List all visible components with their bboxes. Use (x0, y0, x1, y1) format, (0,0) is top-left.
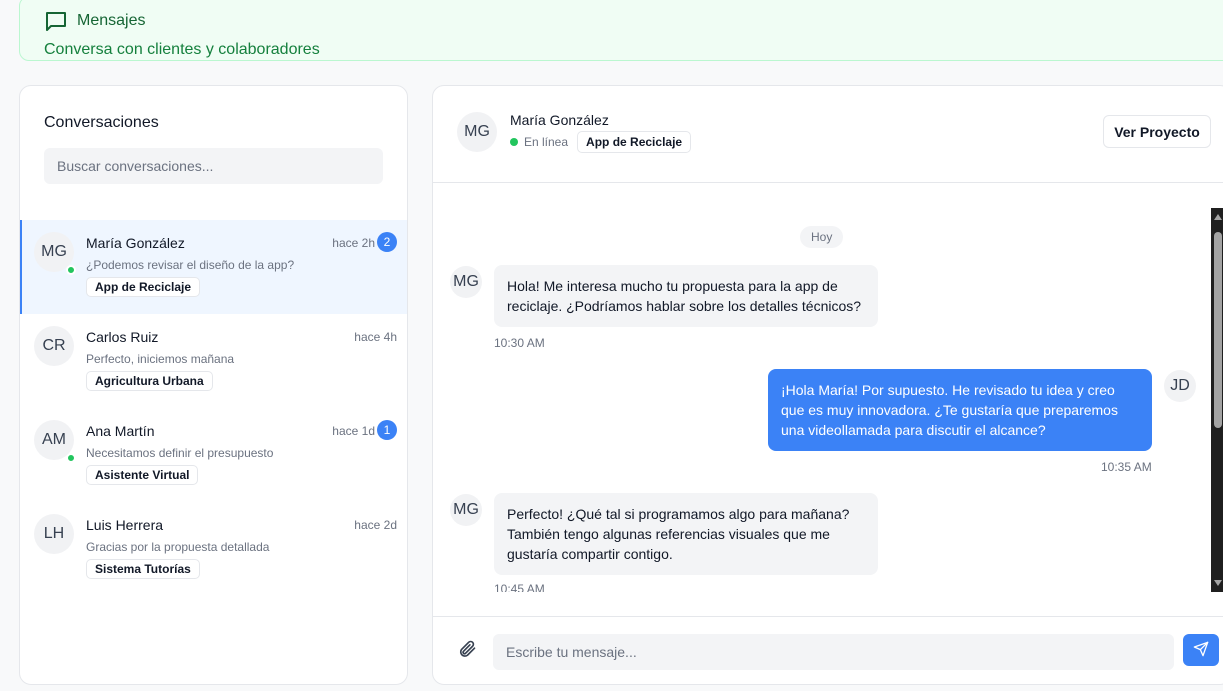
message-time: 10:45 AM (494, 582, 545, 592)
conversation-time: hace 4h (354, 330, 397, 344)
send-button[interactable] (1183, 634, 1219, 666)
project-tag: Asistente Virtual (86, 465, 199, 485)
page-title: Mensajes (77, 12, 146, 29)
conversation-name: Carlos Ruiz (86, 329, 159, 345)
chat-panel: MG María González En línea App de Recicl… (432, 85, 1223, 685)
conversation-preview: Perfecto, iniciemos mañana (86, 352, 235, 366)
paperclip-icon[interactable] (457, 639, 477, 659)
avatar: AM (34, 420, 76, 463)
conversation-time: hace 1d (332, 424, 375, 438)
view-project-button[interactable]: Ver Proyecto (1103, 115, 1211, 148)
message-scrollbar[interactable] (1211, 208, 1223, 592)
chat-header: MG María González En línea App de Recicl… (433, 86, 1223, 183)
online-indicator (66, 453, 76, 463)
message-input[interactable] (493, 634, 1174, 670)
conversation-name: Luis Herrera (86, 517, 164, 533)
message-bubble-incoming: Perfecto! ¿Qué tal si programamos algo p… (494, 493, 878, 575)
conversations-title: Conversaciones (44, 114, 159, 131)
conversation-name: María González (86, 235, 185, 251)
message-avatar: MG (450, 266, 482, 298)
page-header: Mensajes Conversa con clientes y colabor… (19, 0, 1223, 61)
scroll-up-icon[interactable] (1214, 214, 1222, 220)
online-indicator (510, 138, 518, 146)
message-time: 10:35 AM (1101, 460, 1152, 474)
search-conversations-input[interactable] (44, 148, 383, 184)
project-tag: App de Reciclaje (577, 131, 692, 153)
message-bubble-outgoing: ¡Hola María! Por supuesto. He revisado t… (768, 369, 1152, 451)
conversation-name: Ana Martín (86, 423, 155, 439)
contact-avatar: MG (457, 112, 497, 152)
unread-badge: 1 (377, 420, 397, 440)
message-bubble-incoming: Hola! Me interesa mucho tu propuesta par… (494, 265, 878, 327)
conversation-item-carlos-ruiz[interactable]: CR Carlos Ruiz hace 4h Perfecto, iniciem… (20, 314, 407, 408)
conversation-time: hace 2h (332, 236, 375, 250)
unread-badge: 2 (377, 232, 397, 252)
conversation-time: hace 2d (354, 518, 397, 532)
conversation-item-luis-herrera[interactable]: LH Luis Herrera hace 2d Gracias por la p… (20, 502, 407, 596)
conversation-item-maria-gonzalez[interactable]: MG María González hace 2h 2 ¿Podemos rev… (20, 220, 407, 314)
message-square-icon (44, 9, 68, 33)
scrollbar-thumb[interactable] (1214, 232, 1222, 428)
message-thread: Hoy MG Hola! Me interesa mucho tu propue… (433, 184, 1223, 592)
conversation-preview: ¿Podemos revisar el diseño de la app? (86, 258, 295, 272)
avatar: CR (34, 326, 74, 366)
conversation-preview: Gracias por la propuesta detallada (86, 540, 270, 554)
message-time: 10:30 AM (494, 336, 545, 350)
project-tag: Agricultura Urbana (86, 371, 213, 391)
avatar: LH (34, 514, 74, 554)
project-tag: Sistema Tutorías (86, 559, 200, 579)
contact-name: María González (510, 112, 609, 128)
project-tag: App de Reciclaje (86, 277, 201, 297)
message-avatar: JD (1164, 370, 1196, 402)
avatar: MG (34, 232, 76, 275)
message-composer (433, 616, 1223, 684)
online-indicator (66, 265, 76, 275)
conversations-panel: Conversaciones MG María González hace 2h… (19, 85, 408, 685)
message-avatar: MG (450, 494, 482, 526)
page-subtitle: Conversa con clientes y colaboradores (44, 41, 320, 58)
conversation-preview: Necesitamos definir el presupuesto (86, 446, 274, 460)
scroll-down-icon[interactable] (1214, 580, 1222, 586)
conversation-item-ana-martin[interactable]: AM Ana Martín hace 1d 1 Necesitamos defi… (20, 408, 407, 502)
day-separator: Hoy (800, 226, 844, 248)
send-icon (1193, 641, 1209, 660)
header-title-row: Mensajes (44, 9, 145, 33)
contact-status-row: En línea App de Reciclaje (510, 131, 692, 153)
contact-status: En línea (524, 135, 569, 149)
conversation-list: MG María González hace 2h 2 ¿Podemos rev… (20, 220, 407, 596)
